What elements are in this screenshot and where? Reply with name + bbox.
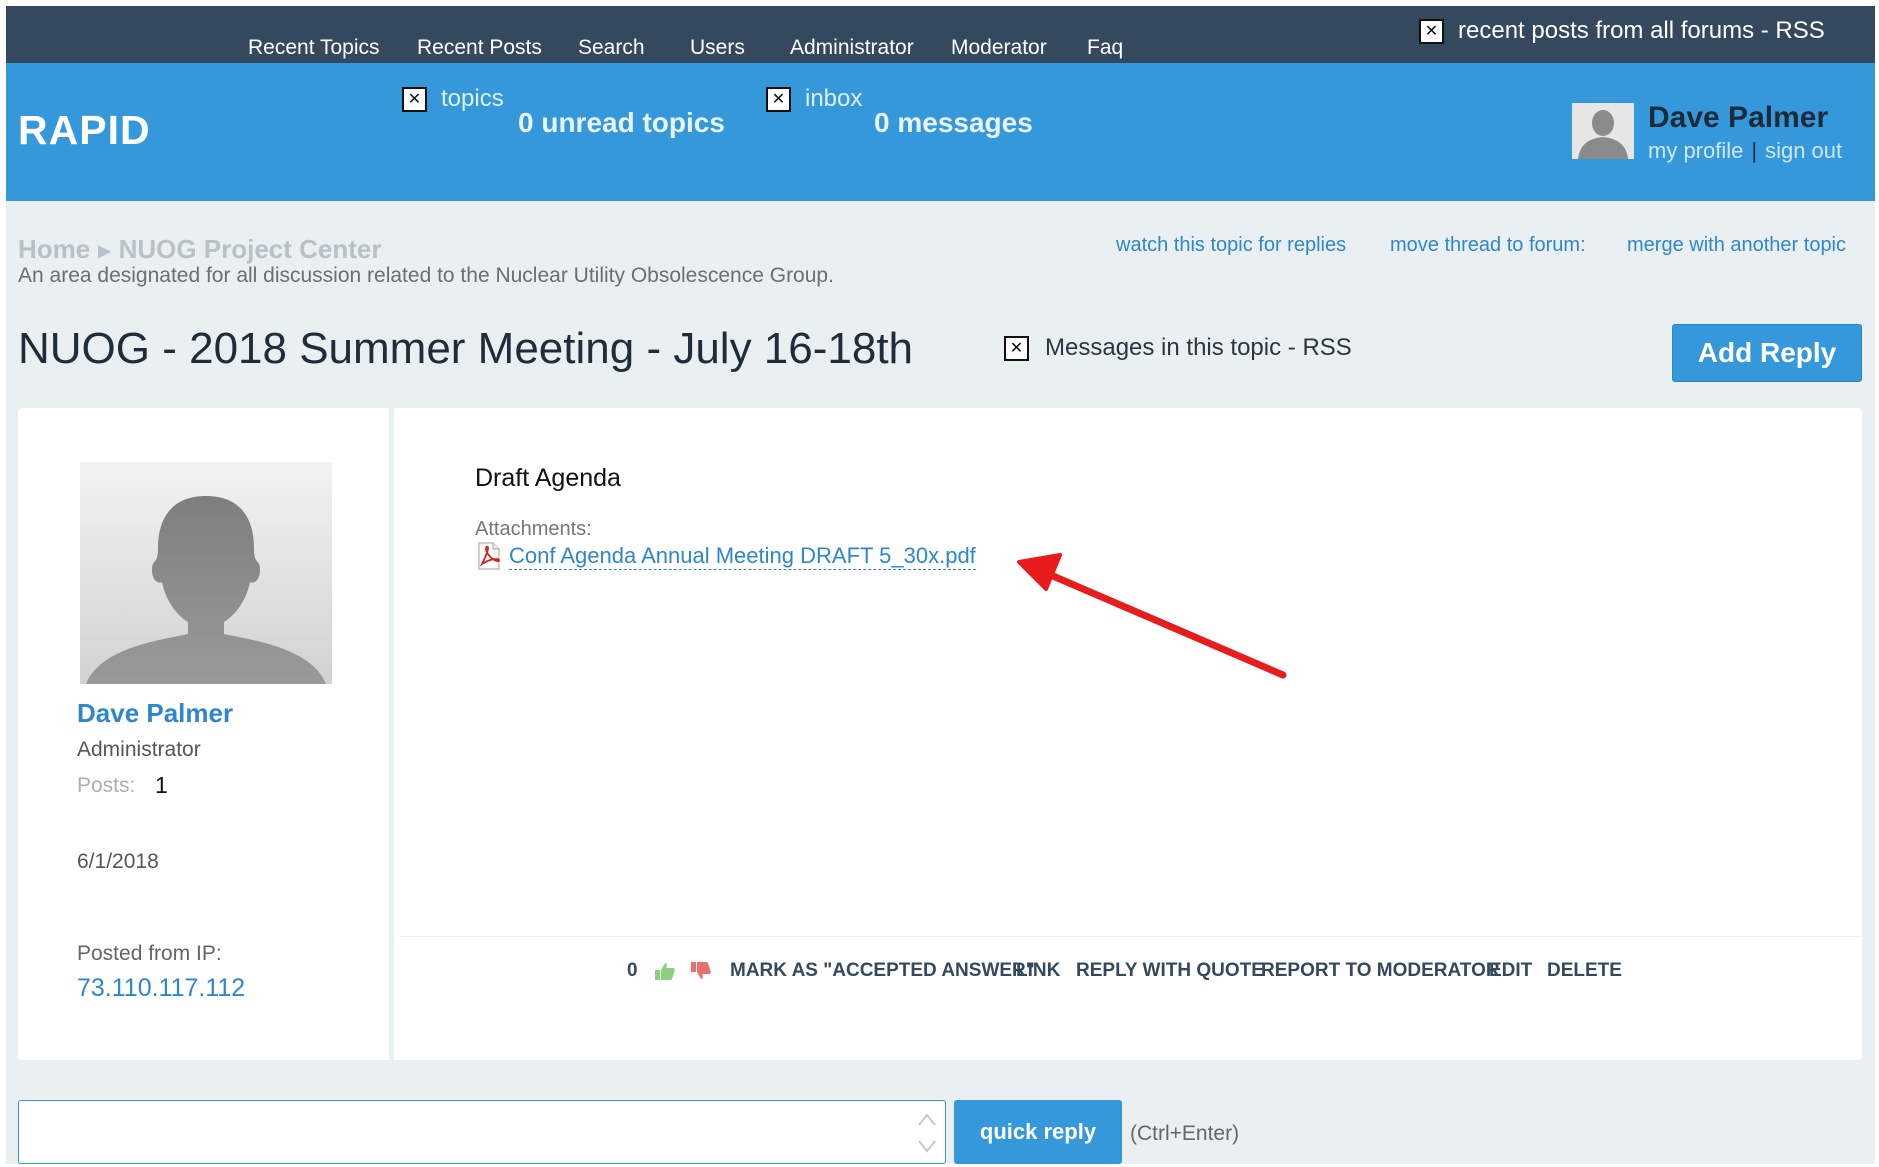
attachment-link[interactable]: Conf Agenda Annual Meeting DRAFT 5_30x.p… (475, 542, 976, 570)
delete-action[interactable]: DELETE (1547, 960, 1622, 982)
reply-with-quote-action[interactable]: REPLY WITH QUOTE (1076, 960, 1264, 982)
nav-administrator[interactable]: Administrator (790, 36, 914, 60)
top-nav: Recent Topics Recent Posts Search Users … (6, 6, 1875, 63)
link-separator: | (1751, 138, 1758, 163)
attachment-filename: Conf Agenda Annual Meeting DRAFT 5_30x.p… (509, 542, 976, 570)
breadcrumb-forum[interactable]: NUOG Project Center (119, 234, 382, 264)
messages-count[interactable]: 0 messages (874, 107, 1033, 139)
header-bar: RAPID ✕ topics 0 unread topics ✕ inbox 0… (6, 63, 1875, 201)
post-date: 6/1/2018 (77, 850, 159, 873)
posts-label: Posts: (77, 774, 136, 797)
watch-topic-link[interactable]: watch this topic for replies (1116, 234, 1346, 257)
merge-topic-link[interactable]: merge with another topic (1627, 234, 1846, 257)
author-name[interactable]: Dave Palmer (77, 698, 233, 729)
accept-answer-action[interactable]: MARK AS "ACCEPTED ANSWER" (730, 960, 1035, 982)
unread-topics-count[interactable]: 0 unread topics (518, 107, 725, 139)
breadcrumb-arrow-icon: ▶ (98, 243, 111, 261)
report-to-moderator-action[interactable]: REPORT TO MODERATOR (1261, 960, 1500, 982)
inbox-broken-image-icon: ✕ (766, 86, 791, 112)
post-author-panel: Dave Palmer Administrator Posts: 1 6/1/2… (18, 408, 394, 1060)
forum-description: An area designated for all discussion re… (18, 264, 834, 287)
inbox-label: inbox (805, 85, 863, 112)
topics-broken-image-icon: ✕ (402, 86, 427, 112)
post-body-text: Draft Agenda (475, 464, 621, 492)
edit-action[interactable]: EDIT (1489, 960, 1532, 982)
thumbs-up-icon[interactable] (653, 960, 677, 982)
user-silhouette-icon (1572, 103, 1634, 159)
nav-search[interactable]: Search (578, 36, 645, 60)
nav-faq[interactable]: Faq (1087, 36, 1123, 60)
thumbs-down-icon[interactable] (689, 960, 713, 982)
breadcrumb: Home ▶ NUOG Project Center (18, 234, 382, 265)
breadcrumb-home[interactable]: Home (18, 234, 90, 264)
topics-link[interactable]: ✕ topics (402, 85, 504, 113)
resize-spinner-icon[interactable] (913, 1105, 941, 1161)
link-action[interactable]: LINK (1016, 960, 1060, 982)
my-profile-link[interactable]: my profile (1648, 138, 1743, 163)
all-forums-rss-link[interactable]: ✕ recent posts from all forums - RSS (1419, 17, 1825, 45)
post-content: Draft Agenda Attachments: Conf Agenda An… (399, 408, 1862, 1060)
forum-page: Recent Topics Recent Posts Search Users … (6, 6, 1875, 1164)
inbox-link[interactable]: ✕ inbox (766, 85, 862, 113)
add-reply-button[interactable]: Add Reply (1672, 324, 1862, 382)
topic-rss-link[interactable]: ✕ Messages in this topic - RSS (1004, 334, 1352, 362)
sign-out-link[interactable]: sign out (1765, 138, 1842, 163)
topic-rss-label: Messages in this topic - RSS (1045, 334, 1352, 361)
header-user-name[interactable]: Dave Palmer (1648, 101, 1828, 135)
nav-users[interactable]: Users (690, 36, 745, 60)
topic-rss-broken-image-icon: ✕ (1004, 335, 1029, 361)
post: Dave Palmer Administrator Posts: 1 6/1/2… (18, 408, 1862, 1060)
move-thread-link[interactable]: move thread to forum: (1390, 234, 1586, 257)
topics-label: topics (441, 85, 504, 112)
author-role: Administrator (77, 738, 201, 761)
nav-recent-topics[interactable]: Recent Topics (248, 36, 380, 60)
pdf-icon (475, 542, 503, 570)
nav-recent-posts[interactable]: Recent Posts (417, 36, 542, 60)
quick-reply-shortcut-hint: (Ctrl+Enter) (1130, 1122, 1240, 1145)
user-links: my profile | sign out (1648, 138, 1842, 164)
author-avatar[interactable] (80, 462, 332, 684)
user-avatar[interactable] (1572, 103, 1634, 159)
brand-logo[interactable]: RAPID (18, 107, 151, 154)
ip-address-link[interactable]: 73.110.117.112 (77, 974, 245, 1003)
posts-count: 1 (155, 772, 168, 798)
attachments-label: Attachments: (475, 518, 592, 540)
topic-title: NUOG - 2018 Summer Meeting - July 16-18t… (18, 324, 914, 373)
nav-moderator[interactable]: Moderator (951, 36, 1047, 60)
rss-broken-image-icon: ✕ (1419, 18, 1444, 44)
all-forums-rss-label: recent posts from all forums - RSS (1458, 17, 1825, 44)
ip-label: Posted from IP: (77, 942, 222, 965)
vote-count: 0 (627, 960, 638, 981)
author-silhouette-icon (80, 462, 332, 684)
quick-reply-input[interactable] (18, 1100, 946, 1164)
quick-reply-button[interactable]: quick reply (954, 1100, 1122, 1164)
post-footer-divider (399, 936, 1862, 937)
